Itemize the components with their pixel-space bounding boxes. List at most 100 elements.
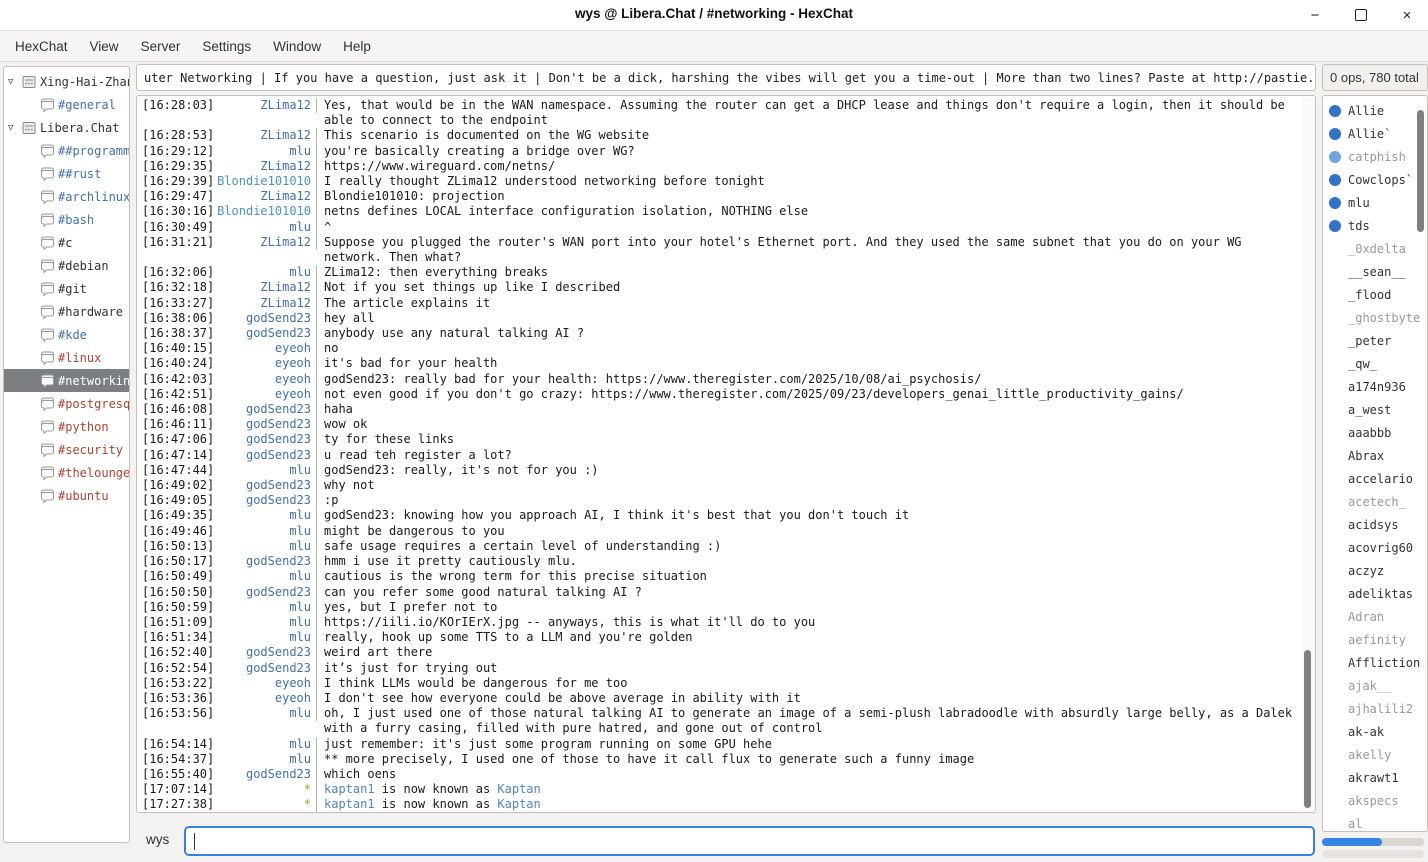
userlist-item[interactable]: Allie xyxy=(1323,99,1427,122)
nick: eyeoh xyxy=(216,691,317,706)
userlist-item[interactable]: tds xyxy=(1323,214,1427,237)
minimize-button[interactable]: − xyxy=(1306,6,1324,24)
nick: * xyxy=(216,782,317,797)
message-text: yes, but I prefer not to xyxy=(317,600,1315,615)
tree-channel-networking[interactable]: #networking xyxy=(4,369,129,392)
menu-item-settings[interactable]: Settings xyxy=(191,34,262,59)
userlist-item[interactable]: mlu xyxy=(1323,191,1427,214)
userlist-scrollbar-thumb[interactable] xyxy=(1417,110,1424,232)
userlist-item[interactable]: aczyz xyxy=(1323,559,1427,582)
tree-channel-c[interactable]: #c xyxy=(4,231,129,254)
userlist-item[interactable]: _flood xyxy=(1323,283,1427,306)
username: acovrig60 xyxy=(1348,541,1413,555)
userlist-item[interactable]: acetech_ xyxy=(1323,490,1427,513)
userlist-item[interactable]: akelly xyxy=(1323,743,1427,766)
menu-item-window[interactable]: Window xyxy=(262,34,332,59)
tree-channel-hardware[interactable]: #hardware xyxy=(4,300,129,323)
userlist-item[interactable]: Affliction xyxy=(1323,651,1427,674)
channel-label: ##rust xyxy=(58,167,101,181)
message-text: https://iili.io/KOrIErX.jpg -- anyways, … xyxy=(317,615,1315,630)
userlist-item[interactable]: ajak__ xyxy=(1323,674,1427,697)
tree-channel-programming[interactable]: ##programming xyxy=(4,139,129,162)
userlist-item[interactable]: acovrig60 xyxy=(1323,536,1427,559)
chat-vertical-scrollbar[interactable] xyxy=(1302,98,1313,810)
userlist-item[interactable]: Abrax xyxy=(1323,444,1427,467)
message-text: https://www.wireguard.com/netns/ xyxy=(317,159,1315,174)
userlist-item[interactable]: _ghostbyte xyxy=(1323,306,1427,329)
userlist-item[interactable]: _peter xyxy=(1323,329,1427,352)
userlist-item[interactable]: ajhalili2 xyxy=(1323,697,1427,720)
chat-message-row: [16:51:09] mlu https://iili.io/KOrIErX.j… xyxy=(137,615,1315,630)
message-input[interactable] xyxy=(184,826,1315,856)
tree-channel-git[interactable]: #git xyxy=(4,277,129,300)
tree-channel-rust[interactable]: ##rust xyxy=(4,162,129,185)
tree-channel-debian[interactable]: #debian xyxy=(4,254,129,277)
message-text: ^ xyxy=(317,220,1315,235)
tree-channel-security[interactable]: #security xyxy=(4,438,129,461)
tree-channel-postgresql[interactable]: #postgresql xyxy=(4,392,129,415)
username: a174n936 xyxy=(1348,380,1406,394)
channel-label: #python xyxy=(58,420,109,434)
userlist-item[interactable]: akrawt1 xyxy=(1323,766,1427,789)
tree-channel-bash[interactable]: #bash xyxy=(4,208,129,231)
userlist-item[interactable]: al xyxy=(1323,812,1427,832)
userlist-item[interactable]: adeliktas xyxy=(1323,582,1427,605)
menu-item-hexchat[interactable]: HexChat xyxy=(4,34,79,59)
userlist-item[interactable]: catphish xyxy=(1323,145,1427,168)
timestamp: [16:42:51] xyxy=(137,387,216,402)
close-button[interactable]: × xyxy=(1398,6,1416,24)
userlist-item[interactable]: aefinity xyxy=(1323,628,1427,651)
userlist-item[interactable]: _qw_ xyxy=(1323,352,1427,375)
channel-label: #thelounge xyxy=(58,466,129,480)
userlist-item[interactable]: Allie` xyxy=(1323,122,1427,145)
nick: ZLima12 xyxy=(216,189,317,204)
channel-icon xyxy=(40,213,58,227)
timestamp: [16:50:13] xyxy=(137,539,216,554)
userlist-item[interactable]: _0xdelta xyxy=(1323,237,1427,260)
tree-network-row[interactable]: ▽ Libera.Chat xyxy=(4,116,129,139)
tree-network-row[interactable]: ▽ Xing-Hai-Zhan xyxy=(4,70,129,93)
nick: mlu xyxy=(216,265,317,280)
username: ajak__ xyxy=(1348,679,1391,693)
userlist-hscrollbar-thumb[interactable] xyxy=(1322,838,1382,846)
channel-label: #general xyxy=(58,98,116,112)
userlist-item[interactable]: aaabbb xyxy=(1323,421,1427,444)
chat-message-row: [16:38:06] godSend23 hey all xyxy=(137,311,1315,326)
menu-item-view[interactable]: View xyxy=(79,34,130,59)
userlist-horizontal-scrollbar[interactable] xyxy=(1322,838,1424,846)
expander-down-icon[interactable]: ▽ xyxy=(8,123,22,133)
maximize-button[interactable] xyxy=(1352,6,1370,24)
menu-item-server[interactable]: Server xyxy=(130,34,192,59)
topic-bar[interactable]: uter Networking | If you have a question… xyxy=(136,64,1316,91)
userlist-item[interactable]: a174n936 xyxy=(1323,375,1427,398)
expander-down-icon[interactable]: ▽ xyxy=(8,77,22,87)
userlist-item[interactable]: acidsys xyxy=(1323,513,1427,536)
userlist-item[interactable]: __sean__ xyxy=(1323,260,1427,283)
tree-channel-linux[interactable]: #linux xyxy=(4,346,129,369)
message-text: Yes, that would be in the WAN namespace.… xyxy=(317,98,1315,128)
user-status-dot xyxy=(1329,151,1341,163)
userlist-item[interactable]: a_west xyxy=(1323,398,1427,421)
tree-channel-ubuntu[interactable]: #ubuntu xyxy=(4,484,129,507)
tree-channel-thelounge[interactable]: #thelounge xyxy=(4,461,129,484)
userlist-item[interactable]: akspecs xyxy=(1323,789,1427,812)
username: __sean__ xyxy=(1348,265,1406,279)
tree-channel-archlinux[interactable]: #archlinux xyxy=(4,185,129,208)
userlist-item[interactable]: Cowclops` xyxy=(1323,168,1427,191)
userlist-item[interactable]: Adran xyxy=(1323,605,1427,628)
userlist-vertical-scrollbar[interactable] xyxy=(1416,100,1425,800)
tree-channel-python[interactable]: #python xyxy=(4,415,129,438)
tree-channel-general[interactable]: #general xyxy=(4,93,129,116)
userlist-item[interactable]: ak-ak xyxy=(1323,720,1427,743)
username: akrawt1 xyxy=(1348,771,1399,785)
chat-scrollbar-thumb[interactable] xyxy=(1304,650,1311,808)
bottom-scrollbar-track[interactable] xyxy=(1322,850,1424,858)
voice-dot-icon xyxy=(1329,220,1348,232)
channel-icon xyxy=(40,443,58,457)
nick: godSend23 xyxy=(216,402,317,417)
message-text: hey all xyxy=(317,311,1315,326)
menu-item-help[interactable]: Help xyxy=(332,34,382,59)
userlist-item[interactable]: accelario xyxy=(1323,467,1427,490)
channel-icon xyxy=(40,305,58,319)
tree-channel-kde[interactable]: #kde xyxy=(4,323,129,346)
